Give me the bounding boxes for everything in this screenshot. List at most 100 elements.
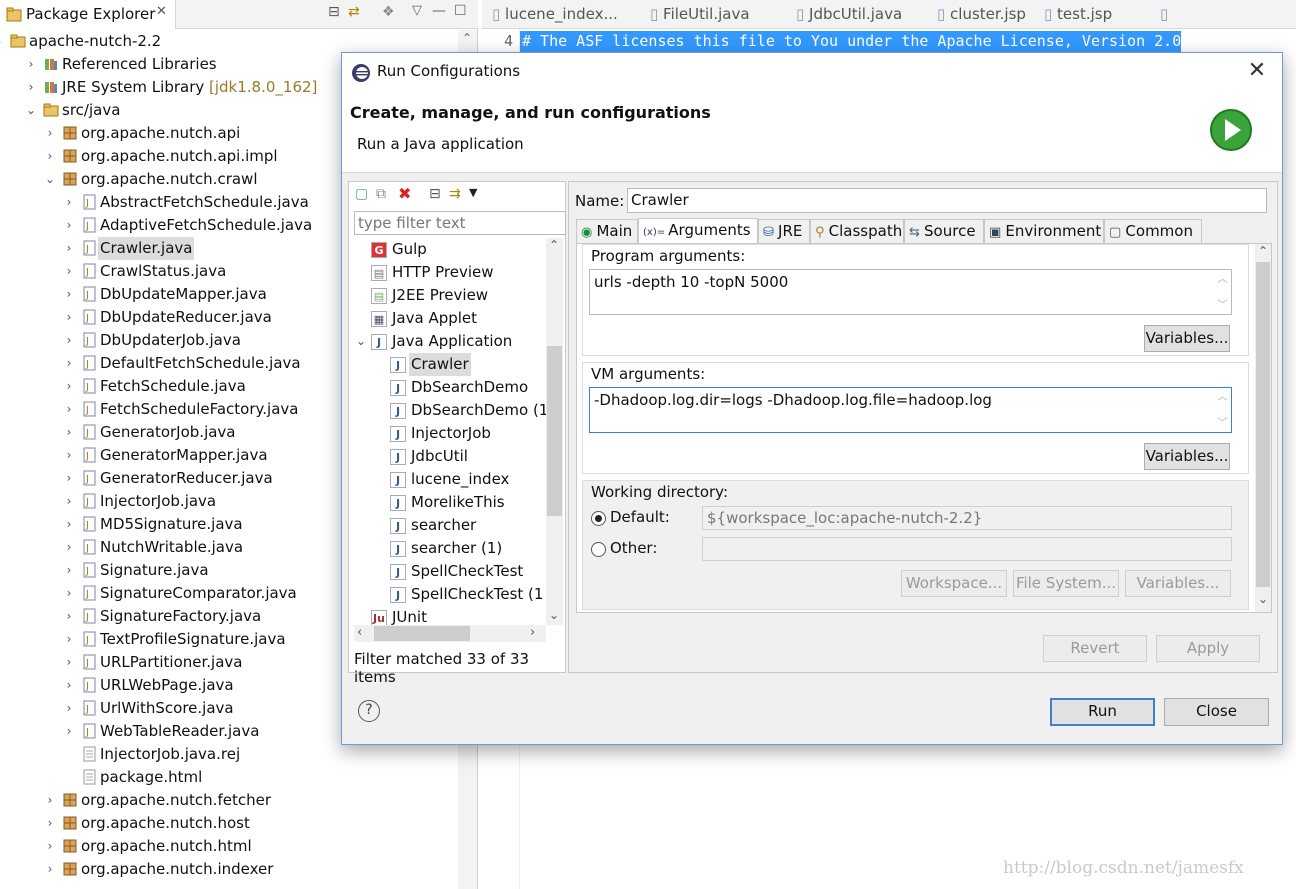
hscroll-thumb[interactable] bbox=[374, 626, 470, 641]
collapsed-icon[interactable]: › bbox=[62, 651, 76, 674]
close-icon[interactable]: ✕ bbox=[156, 4, 167, 19]
config-tree-item[interactable]: G Gulp bbox=[354, 238, 546, 261]
run-button[interactable]: Run bbox=[1050, 698, 1155, 726]
apply-button[interactable]: Apply bbox=[1156, 635, 1260, 662]
minimize-icon[interactable]: — bbox=[432, 3, 446, 19]
filter-dropdown-icon[interactable]: ▼ bbox=[469, 186, 477, 199]
file-system-button[interactable]: File System... bbox=[1013, 570, 1119, 597]
other-directory-field[interactable] bbox=[702, 537, 1232, 561]
collapsed-icon[interactable]: › bbox=[62, 490, 76, 513]
close-button[interactable]: Close bbox=[1164, 698, 1269, 726]
filter-icon[interactable]: ⇉ bbox=[449, 186, 461, 202]
collapsed-icon[interactable]: › bbox=[43, 835, 57, 858]
tab-arguments[interactable]: (x)= Arguments bbox=[638, 218, 758, 244]
scroll-left-icon[interactable]: ‹ bbox=[357, 625, 362, 640]
tree-item[interactable]: package.html bbox=[0, 766, 456, 789]
collapsed-icon[interactable]: › bbox=[62, 674, 76, 697]
config-tree-item[interactable]: ▤ HTTP Preview bbox=[354, 261, 546, 284]
collapsed-icon[interactable]: › bbox=[62, 191, 76, 214]
expanded-icon[interactable]: ⌄ bbox=[0, 30, 5, 53]
textarea-scrollbar[interactable]: ︿ ﹀ bbox=[1214, 388, 1231, 432]
tree-item[interactable]: ⌄ apache-nutch-2.2 bbox=[0, 30, 456, 53]
other-radio[interactable] bbox=[591, 542, 606, 557]
tab-classpath[interactable]: ⚲ Classpath bbox=[810, 219, 904, 243]
revert-button[interactable]: Revert bbox=[1043, 635, 1147, 662]
config-tree-item[interactable]: Ju JUnit bbox=[354, 606, 546, 625]
config-tree-item[interactable]: Jsearcher bbox=[354, 514, 546, 537]
config-tree-item[interactable]: J MorelikeThis bbox=[354, 491, 546, 514]
view-menu-icon[interactable]: ▽ bbox=[412, 3, 422, 18]
config-tree-item[interactable]: J SpellCheckTest bbox=[354, 560, 546, 583]
collapsed-icon[interactable]: › bbox=[62, 421, 76, 444]
vm-variables-button[interactable]: Variables... bbox=[1144, 443, 1230, 470]
editor-tab[interactable]: ▯ test.jsp bbox=[1044, 0, 1112, 29]
collapsed-icon[interactable]: › bbox=[62, 260, 76, 283]
maximize-icon[interactable]: ☐ bbox=[454, 3, 467, 19]
package-explorer-tab[interactable]: Package Explorer ✕ bbox=[0, 0, 176, 29]
collapsed-icon[interactable]: › bbox=[62, 536, 76, 559]
default-radio[interactable] bbox=[591, 511, 606, 526]
editor-tab[interactable]: ▯ FileUtil.java bbox=[650, 0, 750, 29]
new-config-icon[interactable]: ▢ bbox=[355, 186, 368, 202]
collapsed-icon[interactable]: › bbox=[62, 467, 76, 490]
config-tree-item[interactable]: J InjectorJob bbox=[354, 422, 546, 445]
collapse-all-icon[interactable]: ⊟ bbox=[328, 4, 340, 20]
collapsed-icon[interactable]: › bbox=[62, 559, 76, 582]
link-editor-icon[interactable]: ⇄ bbox=[348, 4, 360, 20]
editor-tab[interactable]: ▯ DbSearchDemo... bbox=[1160, 0, 1296, 52]
vm-arguments-input[interactable]: -Dhadoop.log.dir=logs -Dhadoop.log.file=… bbox=[589, 387, 1232, 433]
tab-content-scrollbar[interactable]: ⌃ ⌄ bbox=[1255, 244, 1271, 612]
name-input[interactable]: Crawler bbox=[627, 188, 1267, 213]
filter-input[interactable]: type filter text bbox=[354, 211, 566, 235]
workspace-button[interactable]: Workspace... bbox=[901, 570, 1007, 597]
collapsed-icon[interactable]: › bbox=[43, 812, 57, 835]
collapsed-icon[interactable]: › bbox=[24, 76, 38, 99]
scroll-thumb[interactable] bbox=[1256, 262, 1270, 587]
expanded-icon[interactable]: ⌄ bbox=[24, 99, 38, 122]
textarea-scrollbar[interactable]: ︿ ﹀ bbox=[1214, 270, 1231, 314]
config-tree-item[interactable]: ⌄ J Java Application bbox=[354, 330, 546, 353]
collapsed-icon[interactable]: › bbox=[62, 444, 76, 467]
collapse-all-icon[interactable]: ⊟ bbox=[429, 186, 441, 202]
expanded-icon[interactable]: ⌄ bbox=[354, 330, 368, 353]
tab-source[interactable]: ⇆ Source bbox=[904, 219, 984, 243]
config-tree-item[interactable]: ▦ Java Applet bbox=[354, 307, 546, 330]
expanded-icon[interactable]: ⌄ bbox=[43, 168, 57, 191]
collapsed-icon[interactable]: › bbox=[62, 352, 76, 375]
config-tree-item[interactable]: Jlucene_index bbox=[354, 468, 546, 491]
tree-item[interactable]: InjectorJob.java.rej bbox=[0, 743, 456, 766]
scroll-up-icon[interactable]: ⌃ bbox=[549, 238, 559, 252]
config-tree-item[interactable]: J Crawler bbox=[354, 353, 546, 376]
help-icon[interactable]: ? bbox=[358, 700, 380, 722]
dialog-close-icon[interactable]: ✕ bbox=[1244, 59, 1270, 85]
collapsed-icon[interactable]: › bbox=[62, 375, 76, 398]
collapsed-icon[interactable]: › bbox=[62, 237, 76, 260]
scroll-thumb[interactable] bbox=[547, 346, 562, 516]
editor-tab[interactable]: ▯ cluster.jsp bbox=[937, 0, 1026, 29]
scroll-up-icon[interactable]: ⌃ bbox=[462, 31, 472, 45]
editor-selected-line[interactable]: # The ASF licenses this file to You unde… bbox=[520, 31, 1182, 52]
collapsed-icon[interactable]: › bbox=[62, 283, 76, 306]
tree-item[interactable]: › org.apache.nutch.fetcher bbox=[0, 789, 456, 812]
scroll-down-icon[interactable]: ⌄ bbox=[549, 608, 559, 622]
tree-item[interactable]: › org.apache.nutch.indexer bbox=[0, 858, 456, 881]
focus-icon[interactable]: ❖ bbox=[382, 4, 395, 20]
config-tree-item[interactable]: ▤ J2EE Preview bbox=[354, 284, 546, 307]
editor-tab[interactable]: ▯ JdbcUtil.java bbox=[796, 0, 902, 29]
collapsed-icon[interactable]: › bbox=[24, 53, 38, 76]
config-tree-item[interactable]: J JdbcUtil bbox=[354, 445, 546, 468]
scroll-down-icon[interactable]: ⌄ bbox=[1258, 592, 1268, 606]
collapsed-icon[interactable]: › bbox=[62, 582, 76, 605]
config-tree-item[interactable]: J SpellCheckTest (1 bbox=[354, 583, 546, 606]
tree-item[interactable]: › org.apache.nutch.host bbox=[0, 812, 456, 835]
scroll-right-icon[interactable]: › bbox=[530, 625, 535, 640]
editor-tab[interactable]: ▯ lucene_index... bbox=[492, 0, 618, 29]
config-tree-item[interactable]: Jsearcher (1) bbox=[354, 537, 546, 560]
config-tree-item[interactable]: J DbSearchDemo bbox=[354, 376, 546, 399]
variables-button[interactable]: Variables... bbox=[1125, 570, 1231, 597]
program-variables-button[interactable]: Variables... bbox=[1144, 325, 1230, 352]
tab-environment[interactable]: ▣ Environment bbox=[984, 219, 1104, 243]
collapsed-icon[interactable]: › bbox=[43, 145, 57, 168]
collapsed-icon[interactable]: › bbox=[62, 697, 76, 720]
collapsed-icon[interactable]: › bbox=[62, 306, 76, 329]
